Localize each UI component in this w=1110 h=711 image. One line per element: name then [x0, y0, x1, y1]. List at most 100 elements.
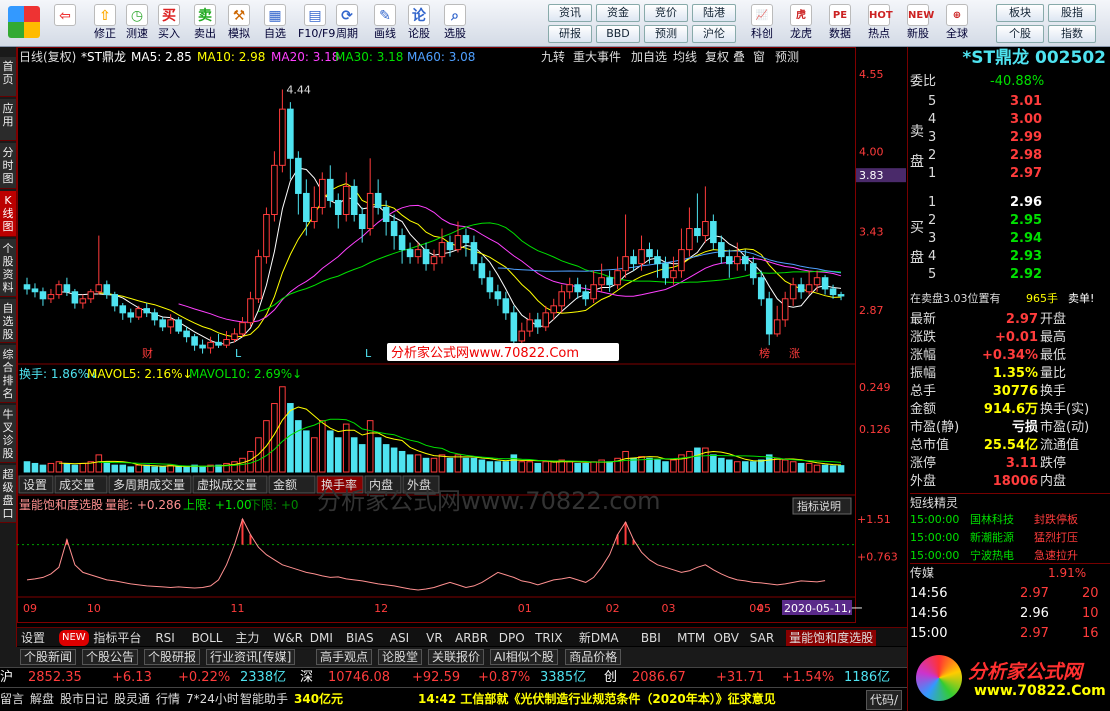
menu-icon[interactable] — [8, 6, 40, 38]
news-tab-0[interactable]: 个股新闻 — [20, 649, 77, 665]
ask-row[interactable]: 2 2.98 — [928, 147, 1108, 165]
news-tab-1[interactable]: 个股公告 — [82, 649, 139, 665]
bottom-tab-4[interactable]: BOLL — [192, 630, 223, 646]
sector-row[interactable]: 传媒 1.91% — [910, 563, 1110, 581]
ask-row[interactable]: 5 3.01 — [928, 93, 1108, 111]
ask-row[interactable]: 3 2.99 — [928, 129, 1108, 147]
side-tab-7[interactable]: 牛叉诊股 — [0, 405, 16, 463]
bottom-tab-11[interactable]: ARBR — [455, 630, 488, 646]
toolbar-hot-button[interactable]: HOT 热点 — [861, 2, 897, 45]
bottom-tab-0[interactable]: 设置 — [21, 630, 45, 646]
ask-row[interactable]: 1 2.97 — [928, 165, 1108, 183]
news-tab-5[interactable]: 论股堂 — [378, 649, 423, 665]
toolbar-btn-7[interactable]: 沪伦 — [692, 25, 736, 43]
toolbar-kechuang-button[interactable]: 📈 科创 — [744, 2, 780, 45]
status-item-4[interactable]: 行情 — [156, 688, 180, 710]
status-item-0[interactable]: 留言 — [0, 688, 24, 710]
bottom-tab-3[interactable]: RSI — [155, 630, 175, 646]
toolbar-btn-1[interactable]: 资金 — [596, 4, 640, 22]
short-row[interactable]: 15:00:00 国林科技 封跌停板 — [910, 511, 1110, 529]
status-news[interactable]: 14:42 工信部就《光伏制造行业规范条件（2020年本）》征求意见 — [418, 688, 776, 710]
toolbar-draw-button[interactable]: ✎ 画线 — [368, 2, 402, 45]
toolbar-f10-button[interactable]: ▤ F10/F9 — [298, 2, 335, 45]
side-tab-1[interactable]: 应用 — [0, 99, 16, 141]
side-tab-4[interactable]: 个股资料 — [0, 239, 16, 297]
chart-menu-3[interactable]: 均线 — [673, 50, 697, 64]
toolbar-btn-4[interactable]: 研报 — [548, 25, 592, 43]
bottom-tab-2[interactable]: 指标平台 — [93, 630, 141, 646]
side-tab-2[interactable]: 分时图 — [0, 143, 16, 189]
toolbar-btn-5[interactable]: BBD — [596, 25, 640, 43]
bid-row[interactable]: 5 2.92 — [928, 266, 1108, 284]
toolbar-sell-button[interactable]: 卖卖出 — [188, 2, 222, 45]
toolbar-btn-3[interactable]: 陆港 — [692, 4, 736, 22]
toolbar-btn-2[interactable]: 竞价 — [644, 4, 688, 22]
bottom-tab-9[interactable]: ASI — [390, 630, 409, 646]
news-tab-2[interactable]: 个股研报 — [144, 649, 201, 665]
status-item-6[interactable]: 智能助手 — [240, 688, 288, 710]
bottom-tab-12[interactable]: DPO — [499, 630, 525, 646]
side-tab-6[interactable]: 综合排名 — [0, 345, 16, 403]
status-item-1[interactable]: 解盘 — [30, 688, 54, 710]
status-item-3[interactable]: 股灵通 — [114, 688, 150, 710]
index-item[interactable]: 沪 2852.35 +6.13 +0.22% 2338亿 — [0, 668, 300, 687]
index-item[interactable]: 创 2086.67 +31.71 +1.54% 1186亿 — [604, 668, 904, 687]
toolbar-global-button[interactable]: ⊕ 全球 — [939, 2, 975, 45]
index-item[interactable]: 深 10746.08 +92.59 +0.87% 3385亿 — [300, 668, 600, 687]
bid-row[interactable]: 4 2.93 — [928, 248, 1108, 266]
bottom-tab-16[interactable]: MTM — [677, 630, 705, 646]
chart-menu-6[interactable]: 窗 — [753, 50, 765, 64]
code-input[interactable]: 代码/ — [866, 690, 903, 710]
news-tab-6[interactable]: 关联报价 — [428, 649, 485, 665]
bottom-tab-7[interactable]: DMI — [310, 630, 333, 646]
bottom-tab-8[interactable]: BIAS — [346, 630, 374, 646]
side-tab-0[interactable]: 首页 — [0, 57, 16, 97]
side-tab-8[interactable]: 超级盘口 — [0, 465, 16, 523]
news-tab-8[interactable]: 商品价格 — [565, 649, 622, 665]
toolbar-select-button[interactable]: ⌕ 选股 — [438, 2, 472, 45]
toolbar-buy-button[interactable]: 买买入 — [152, 2, 186, 45]
toolbar-lunshu-button[interactable]: 论论股 — [402, 2, 436, 45]
toolbar-longhu-button[interactable]: 虎龙虎 — [783, 2, 819, 45]
toolbar-test-button[interactable]: ◷ 测速 — [120, 2, 154, 45]
bottom-tab-13[interactable]: TRIX — [535, 630, 562, 646]
bottom-tab-19[interactable]: 量能饱和度选股 — [786, 630, 877, 646]
chart-menu-0[interactable]: 九转 — [541, 49, 565, 64]
bid-row[interactable]: 3 2.94 — [928, 230, 1108, 248]
news-tab-3[interactable]: 行业资讯[传媒] — [206, 649, 296, 665]
short-row[interactable]: 15:00:00 新潮能源 猛烈打压 — [910, 529, 1110, 547]
toolbar-right-btn-3[interactable]: 指数 — [1048, 25, 1096, 43]
bottom-tab-17[interactable]: OBV — [713, 630, 739, 646]
toolbar-right-btn-1[interactable]: 股指 — [1048, 4, 1096, 22]
toolbar-btn-0[interactable]: 资讯 — [548, 4, 592, 22]
bottom-tab-14[interactable]: 新DMA — [579, 630, 619, 646]
side-tab-5[interactable]: 自选股 — [0, 299, 16, 343]
toolbar-fav-button[interactable]: ▦ 自选 — [258, 2, 292, 45]
toolbar-back-button[interactable]: ⇦ — [48, 2, 82, 45]
bottom-tab-10[interactable]: VR — [426, 630, 443, 646]
toolbar-right-btn-0[interactable]: 板块 — [996, 4, 1044, 22]
toolbar-right-btn-2[interactable]: 个股 — [996, 25, 1044, 43]
bottom-tab-6[interactable]: W&R — [273, 630, 303, 646]
bottom-tab-15[interactable]: BBI — [641, 630, 661, 646]
news-tab-7[interactable]: AI相似个股 — [490, 649, 558, 665]
chart-menu-5[interactable]: 叠 — [733, 50, 745, 64]
toolbar-period-button[interactable]: ⟳ 周期 — [330, 2, 364, 45]
toolbar-up-button[interactable]: ⇧ 修正 — [88, 2, 122, 45]
chart-menu-7[interactable]: 预测 — [775, 50, 799, 64]
chart-menu-2[interactable]: 加自选 — [631, 50, 667, 64]
toolbar-btn-6[interactable]: 预测 — [644, 25, 688, 43]
chart-menu-4[interactable]: 复权 — [705, 50, 729, 64]
toolbar-newstock-button[interactable]: NEW 新股 — [900, 2, 936, 45]
ask-row[interactable]: 4 3.00 — [928, 111, 1108, 129]
toolbar-sim-button[interactable]: ⚒ 模拟 — [222, 2, 256, 45]
news-tab-4[interactable]: 高手观点 — [316, 649, 373, 665]
chart-menu-1[interactable]: 重大事件 — [573, 50, 621, 64]
toolbar-data-button[interactable]: PE 数据 — [822, 2, 858, 45]
bottom-tab-5[interactable]: 主力 — [235, 630, 259, 646]
status-item-5[interactable]: 7*24小时 — [186, 688, 239, 710]
bid-row[interactable]: 1 2.96 — [928, 194, 1108, 212]
bid-row[interactable]: 2 2.95 — [928, 212, 1108, 230]
side-tab-3[interactable]: K线图 — [0, 191, 16, 237]
bottom-tab-18[interactable]: SAR — [750, 630, 774, 646]
